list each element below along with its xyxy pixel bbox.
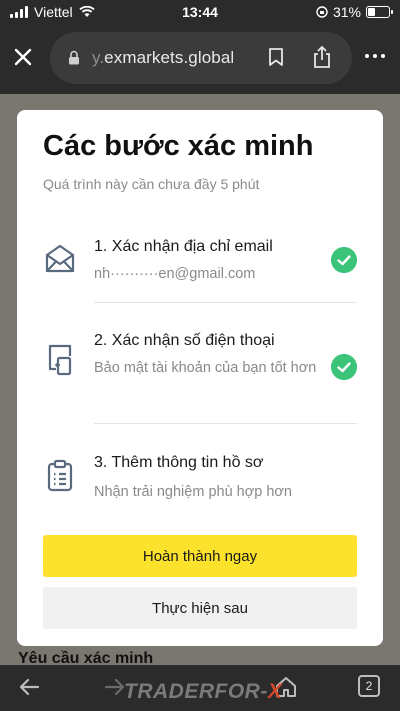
step-title: 1. Xác nhận địa chỉ email [94,238,273,255]
step-divider [94,302,357,303]
step-email[interactable]: 1. Xác nhận địa chỉ email nh··········en… [43,234,357,294]
verification-modal: Các bước xác minh Quá trình này cần chưa… [17,110,383,646]
status-right: 31% [316,4,393,20]
step-description: Nhận trải nghiệm phù hợp hơn [94,484,292,500]
url-domain: exmarkets.global [104,48,235,67]
url-text: y.exmarkets.global [92,48,234,68]
browser-toolbar: y.exmarkets.global [0,24,400,94]
bookmark-icon[interactable] [268,47,284,67]
check-icon [331,247,357,273]
back-arrow-icon[interactable] [18,677,40,697]
step-phone[interactable]: 2. Xác nhận số điện thoại Bảo mật tài kh… [43,328,357,408]
step-profile[interactable]: 3. Thêm thông tin hồ sơ Nhận trải nghiệm… [43,450,357,510]
forward-arrow-icon[interactable] [104,677,126,697]
url-prefix: y. [92,48,105,67]
close-icon[interactable] [10,44,36,70]
modal-subtitle: Quá trình này cần chưa đầy 5 phút [43,176,260,192]
lock-icon [69,50,79,65]
watermark-x: X [267,680,283,703]
phone-icon [48,344,72,376]
watermark-text: TRADERFOR- [124,680,268,703]
check-icon [331,354,357,380]
complete-now-button[interactable]: Hoàn thành ngay [43,535,357,577]
modal-title: Các bước xác minh [43,130,314,162]
clipboard-icon [47,459,73,492]
step-divider [94,423,357,424]
step-description: Bảo mật tài khoản của bạn tốt hơn [94,360,317,376]
watermark-logo: TRADERFOR-X [124,680,282,704]
envelope-icon [45,244,75,273]
tabs-button[interactable]: 2 [358,675,380,697]
orientation-lock-icon [316,6,328,18]
share-icon[interactable] [312,45,332,69]
do-later-button[interactable]: Thực hiện sau [43,587,357,629]
status-bar: Viettel 13:44 31% [0,0,400,24]
more-icon[interactable] [365,54,385,58]
step-description: nh··········en@gmail.com [94,266,256,282]
battery-percent: 31% [332,4,361,20]
step-title: 2. Xác nhận số điện thoại [94,332,275,349]
step-title: 3. Thêm thông tin hồ sơ [94,454,264,471]
address-bar[interactable]: y.exmarkets.global [50,32,352,84]
battery-icon [366,6,393,18]
